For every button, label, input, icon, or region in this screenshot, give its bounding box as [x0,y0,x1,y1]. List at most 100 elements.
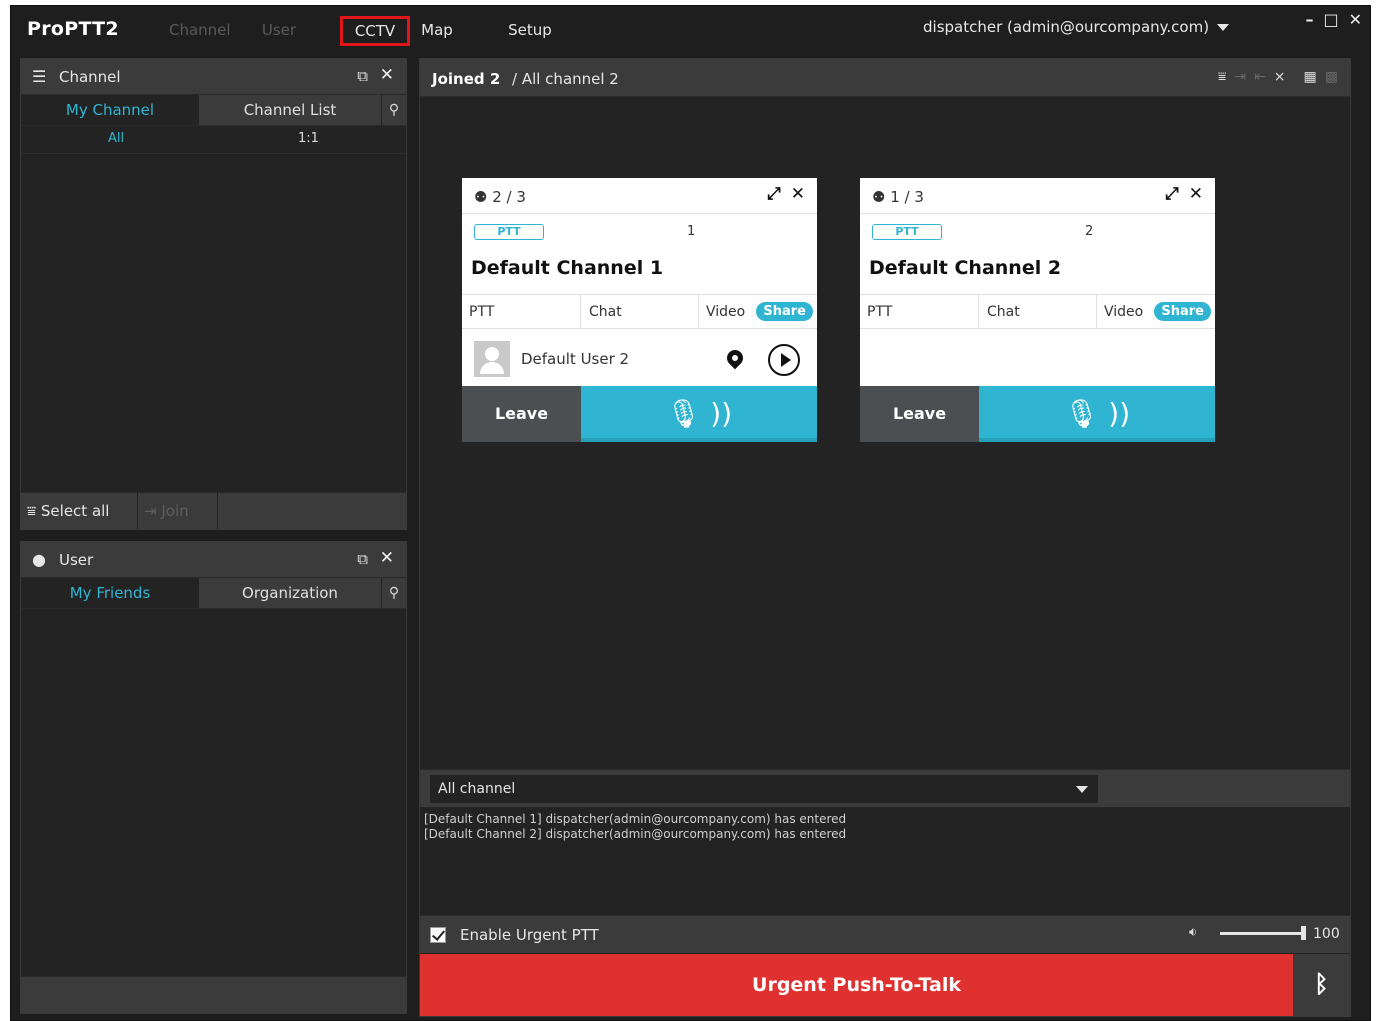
user-panel: ● User ⧉ ✕ My Friends Organization ⚲ [20,541,407,1014]
mode-ptt[interactable]: PTT [462,295,581,329]
join-icon[interactable]: ⇥ [1234,69,1246,85]
channel-name: Default Channel 1 [471,257,664,279]
select-all-button[interactable]: ⩸ Select all [21,493,138,529]
member-count: ⚉ 1 / 3 [872,188,924,206]
popout-icon[interactable]: ⧉ [357,67,368,85]
close-icon[interactable]: ✕ [380,548,394,568]
tab-my-friends[interactable]: My Friends [21,578,199,608]
mode-video[interactable]: Video Share [1097,295,1215,329]
nav-channel[interactable]: Channel [169,16,231,46]
select-all-label: Select all [40,502,110,520]
tab-organization[interactable]: Organization [199,578,381,608]
channel-number: 2 [1085,224,1094,239]
nav-user[interactable]: User [257,16,301,46]
log-filter-row: All channel [420,769,1350,807]
menu-icon[interactable]: ☰ [32,67,46,86]
joined-count[interactable]: Joined 2 [432,70,500,88]
member-count-value: 1 / 3 [890,188,924,206]
popout-icon[interactable]: ⧉ [357,550,368,568]
join-label: Join [161,502,189,520]
join-icon: ⇥ [144,502,157,520]
card-header: ⚉ 2 / 3 ⤢ ✕ [462,178,817,214]
close-icon[interactable]: ✕ [791,184,805,204]
share-button[interactable]: Share [1154,302,1211,321]
mode-video[interactable]: Video Share [699,295,817,329]
location-pin-icon[interactable] [723,346,747,370]
card-controls: ⤢ ✕ [1165,184,1203,204]
tab-my-channel[interactable]: My Channel [21,95,199,125]
mode-ptt[interactable]: PTT [860,295,979,329]
grid-view-icon[interactable]: ▦ [1304,69,1317,85]
close-icon[interactable]: ✕ [1189,184,1203,204]
expand-icon[interactable]: ⤢ [1165,184,1179,204]
mode-chat[interactable]: Chat [581,295,699,329]
nav-map[interactable]: Map [419,16,455,46]
share-button[interactable]: Share [756,302,813,321]
main-header: Joined 2 / All channel 2 ⩸ ⇥ ⇤ ⨯ ▦ ▩ [420,59,1350,97]
channel-select[interactable]: All channel [430,775,1098,803]
top-bar: ProPTT2 Channel User CCTV Map Setup disp… [11,6,1370,49]
user-tabs: My Friends Organization ⚲ [21,578,406,609]
microphone-icon: 🎙︎ )) [665,397,733,430]
speaker-icon[interactable]: 🔉︎ [1189,925,1197,940]
search-icon[interactable]: ⚲ [381,95,406,125]
close-icon[interactable]: ✕ [380,65,394,85]
deselect-icon[interactable]: ⨯ [1274,69,1286,85]
talk-button[interactable]: 🎙︎ )) [979,386,1215,442]
join-button[interactable]: ⇥ Join [138,493,218,529]
microphone-icon: 🎙︎ )) [1063,397,1131,430]
tile-view-icon[interactable]: ▩ [1325,69,1338,85]
channel-panel-footer: ⩸ Select all ⇥ Join [21,492,406,529]
leave-button[interactable]: Leave [462,386,581,442]
ptt-badge: PTT [872,224,942,240]
channel-panel-header: ☰ Channel ⧉ ✕ [21,59,406,95]
mode-video-label: Video [1104,304,1144,320]
leave-icon[interactable]: ⇤ [1254,69,1266,85]
people-icon: ⚉ [474,188,493,206]
avatar [474,341,510,377]
enable-urgent-label: Enable Urgent PTT [460,926,599,944]
mode-chat[interactable]: Chat [979,295,1097,329]
dropdown-icon [1076,786,1088,793]
member-row[interactable]: Default User 2 [462,330,817,384]
enable-urgent-checkbox[interactable] [430,927,446,943]
maximize-button[interactable]: □ [1323,10,1338,29]
urgent-options-row: Enable Urgent PTT 🔉︎ 100 [420,915,1350,953]
channel-card: ⚉ 2 / 3 ⤢ ✕ PTT 1 Default Channel 1 PTT … [462,178,817,442]
account-menu[interactable]: dispatcher (admin@ourcompany.com) [923,18,1230,36]
event-log: [Default Channel 1] dispatcher(admin@our… [420,807,1350,915]
log-line: [Default Channel 2] dispatcher(admin@our… [424,827,847,841]
tab-channel-list[interactable]: Channel List [199,95,381,125]
filter-all[interactable]: All [21,126,211,153]
log-line: [Default Channel 1] dispatcher(admin@our… [424,812,847,826]
filter-one-to-one[interactable]: 1:1 [211,126,406,153]
view-toolbar: ⩸ ⇥ ⇤ ⨯ ▦ ▩ [1218,69,1338,85]
channel-card: ⚉ 1 / 3 ⤢ ✕ PTT 2 Default Channel 2 PTT … [860,178,1215,442]
channel-panel: ☰ Channel ⧉ ✕ My Channel Channel List ⚲ … [20,58,407,530]
channel-tabs: My Channel Channel List ⚲ [21,95,406,126]
window-controls: – □ ✕ [1305,10,1362,29]
channel-modes: PTT Chat Video Share [462,294,817,329]
card-header: ⚉ 1 / 3 ⤢ ✕ [860,178,1215,214]
volume-slider[interactable] [1220,926,1306,940]
expand-icon[interactable]: ⤢ [767,184,781,204]
user-icon: ● [32,550,46,569]
urgent-ptt-button[interactable]: Urgent Push-To-Talk [420,954,1293,1016]
account-label: dispatcher (admin@ourcompany.com) [923,18,1210,36]
volume-slider-handle[interactable] [1301,926,1306,940]
card-controls: ⤢ ✕ [767,184,805,204]
play-icon[interactable] [768,344,800,376]
select-cards-icon[interactable]: ⩸ [1218,69,1227,85]
nav-setup[interactable]: Setup [505,16,555,46]
leave-button[interactable]: Leave [860,386,979,442]
all-channel-count[interactable]: / All channel 2 [512,70,619,88]
bluetooth-icon[interactable]: ᛒ [1293,954,1350,1016]
close-window-button[interactable]: ✕ [1349,10,1362,29]
nav-cctv[interactable]: CCTV [340,16,410,46]
channel-select-value: All channel [438,781,516,797]
minimize-button[interactable]: – [1305,10,1313,29]
talk-button[interactable]: 🎙︎ )) [581,386,817,442]
chevron-down-icon [1217,24,1230,31]
search-icon[interactable]: ⚲ [381,578,406,608]
app-logo: ProPTT2 [27,18,119,40]
